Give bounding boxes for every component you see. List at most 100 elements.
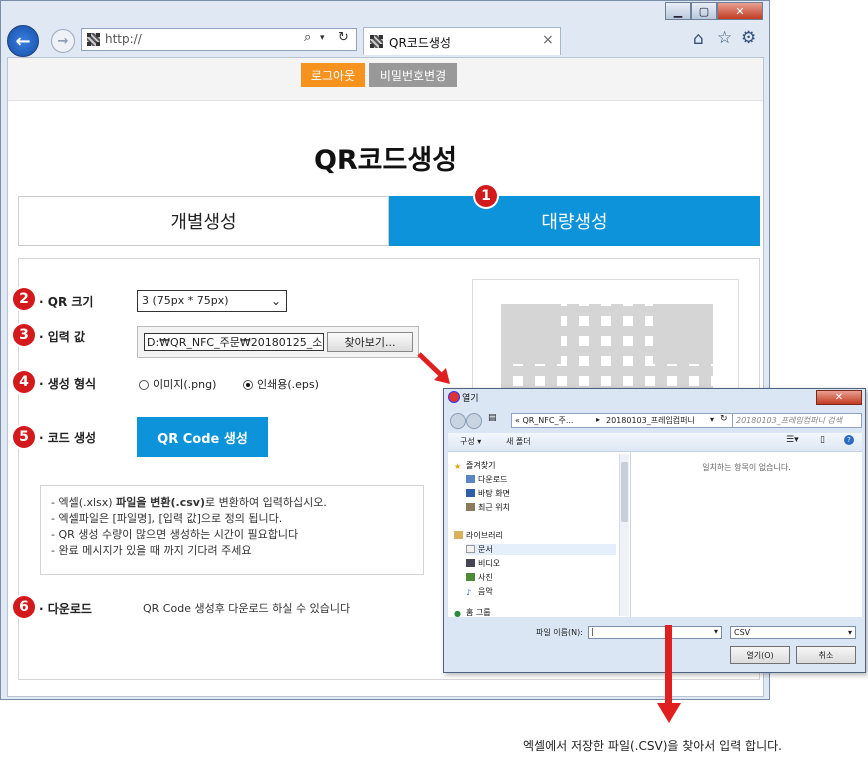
videos-icon — [466, 559, 475, 567]
address-bar[interactable]: http:// ⌕ ▾ ↻ — [81, 28, 357, 51]
tree-desktop-label: 바탕 화면 — [478, 489, 510, 498]
tab-close-icon[interactable]: × — [542, 32, 554, 48]
step-badge-2: 2 — [13, 288, 35, 310]
tab-title: QR코드생성 — [389, 36, 451, 50]
chevron-down-icon: ▾ — [847, 628, 852, 637]
dialog-cancel-button[interactable]: 취소 — [796, 646, 856, 664]
note-line-1-post: 로 변환하여 입력하십시오. — [205, 496, 327, 509]
dialog-folder-icon: ▤ — [488, 413, 497, 423]
format-label: · 생성 형식 — [39, 377, 97, 391]
back-arrow-icon[interactable]: ← — [7, 25, 39, 57]
format-label-text: 생성 형식 — [47, 377, 97, 391]
radio-eps-label: 인쇄용(.eps) — [257, 378, 319, 391]
maximize-button[interactable]: ▢ — [691, 2, 717, 20]
tree-music[interactable]: ♪ 음악 — [466, 586, 493, 597]
step-badge-6: 6 — [13, 596, 35, 618]
radio-eps[interactable] — [243, 380, 253, 390]
tab-bulk[interactable]: 대량생성 — [389, 196, 760, 246]
browser-tab[interactable]: QR코드생성 × — [363, 27, 561, 55]
tree-music-label: 음악 — [478, 587, 493, 596]
tree-downloads-label: 다운로드 — [478, 475, 508, 484]
forward-arrow-icon[interactable]: → — [51, 29, 75, 53]
logout-button[interactable]: 로그아웃 — [301, 63, 365, 87]
gear-icon[interactable]: ⚙ — [741, 28, 756, 48]
dialog-address-bar[interactable]: « QR_NFC_주... ▸ 20180103_프레임컴퍼니 ▾ ↻ — [511, 413, 733, 428]
qr-size-select[interactable]: 3 (75px * 75px) ⌄ — [137, 290, 287, 312]
close-button[interactable]: ✕ — [717, 2, 763, 20]
dialog-search-placeholder: 20180103_프레임컴퍼니 검색 — [736, 416, 843, 425]
tree-desktop[interactable]: 바탕 화면 — [466, 488, 510, 499]
tree-recent[interactable]: 최근 위치 — [466, 502, 510, 513]
address-text: http:// — [105, 32, 142, 46]
ie-icon — [448, 391, 460, 403]
view-options-icon[interactable]: ☰▾ — [786, 435, 799, 445]
tree-documents-label: 문서 — [478, 545, 493, 554]
star-icon[interactable]: ☆ — [717, 28, 732, 48]
tree-downloads[interactable]: 다운로드 — [466, 474, 507, 485]
tree-homegroup[interactable]: ● 홈 그룹 — [454, 607, 491, 618]
refresh-icon[interactable]: ↻ — [720, 414, 728, 424]
filename-label: 파일 이름(N): — [536, 628, 583, 637]
caption-text: 엑셀에서 저장한 파일(.CSV)을 찾아서 입력 합니다. — [523, 739, 782, 753]
note-line-3: - QR 생성 수량이 많으면 생성하는 시간이 필요합니다 — [51, 528, 299, 541]
dialog-forward-icon[interactable] — [466, 413, 482, 429]
tree-libraries[interactable]: 라이브러리 — [454, 530, 503, 541]
chevron-down-icon[interactable]: ▾ — [714, 627, 718, 636]
help-icon[interactable]: ? — [844, 435, 854, 445]
dialog-back-icon[interactable] — [450, 413, 466, 429]
tree-favorites[interactable]: ★ 즐겨찾기 — [454, 460, 495, 471]
change-password-button[interactable]: 비밀번호변경 — [369, 63, 457, 87]
dialog-search-input[interactable]: 20180103_프레임컴퍼니 검색 — [732, 413, 862, 428]
tree-pictures[interactable]: 사진 — [466, 572, 493, 583]
dialog-file-list: 일치하는 항목이 없습니다. — [631, 452, 862, 617]
generate-label: · 코드 생성 — [39, 431, 97, 445]
note-line-1-pre: - 엑셀(.xlsx) — [51, 496, 117, 509]
qr-size-value: 3 (75px * 75px) — [142, 294, 229, 307]
tree-scrollbar[interactable] — [619, 454, 629, 616]
home-icon[interactable]: ⌂ — [693, 29, 704, 49]
refresh-icon[interactable]: ↻ — [338, 30, 349, 45]
arrow-to-dialog-icon — [417, 352, 450, 384]
tree-recent-label: 최근 위치 — [478, 503, 510, 512]
notes-box: - 엑셀(.xlsx) 파일을 변환(.csv)로 변환하여 입력하십시오. -… — [40, 485, 424, 575]
radio-png-label: 이미지(.png) — [153, 378, 217, 391]
path-segment-1[interactable]: « QR_NFC_주... — [515, 415, 573, 426]
preview-pane-icon[interactable]: ▯ — [820, 435, 825, 445]
download-label-text: 다운로드 — [47, 602, 92, 616]
tree-videos[interactable]: 비디오 — [466, 558, 500, 569]
download-label: · 다운로드 — [39, 602, 92, 616]
pictures-icon — [466, 573, 475, 581]
file-input: D:₩QR_NFC_주문₩20180125_소 찾아보기... — [137, 326, 419, 358]
tree-documents[interactable]: 문서 — [466, 544, 616, 555]
dialog-close-button[interactable]: ✕ — [816, 390, 862, 405]
download-folder-icon — [466, 475, 475, 483]
generate-qr-button[interactable]: QR Code 생성 — [137, 417, 268, 457]
scrollbar-thumb[interactable] — [621, 462, 628, 522]
note-line-1-bold: 파일을 변환(.csv) — [116, 496, 205, 509]
dialog-open-button[interactable]: 열기(O) — [730, 646, 790, 664]
search-icon[interactable]: ⌕ — [304, 30, 311, 45]
radio-png[interactable] — [139, 380, 149, 390]
step-badge-1: 1 — [475, 185, 497, 207]
music-icon: ♪ — [466, 588, 472, 597]
star-icon: ★ — [454, 462, 462, 471]
chevron-down-icon[interactable]: ▾ — [320, 33, 325, 43]
chevron-down-icon[interactable]: ▾ — [710, 415, 714, 424]
empty-message: 일치하는 항목이 없습니다. — [702, 463, 791, 472]
file-path-field[interactable]: D:₩QR_NFC_주문₩20180125_소 — [144, 333, 324, 351]
note-line-2: - 엑셀파일은 [파일명], [입력 값]으로 정의 됩니다. — [51, 512, 283, 525]
library-icon — [454, 531, 463, 539]
filetype-select[interactable]: CSV ▾ — [730, 626, 856, 639]
tab-individual[interactable]: 개별생성 — [18, 196, 389, 246]
browse-button[interactable]: 찾아보기... — [327, 332, 413, 352]
chevron-down-icon: ⌄ — [270, 294, 281, 308]
new-folder-button[interactable]: 새 폴더 — [506, 436, 531, 447]
filetype-value: CSV — [734, 628, 751, 637]
path-segment-2[interactable]: 20180103_프레임컴퍼니 — [606, 415, 695, 426]
dialog-toolbar: 구성 ▾ 새 폴더 ☰▾ ▯ ? — [448, 433, 862, 452]
organize-button[interactable]: 구성 ▾ — [460, 436, 481, 447]
step-badge-3: 3 — [13, 324, 35, 346]
minimize-button[interactable]: ▁ — [665, 2, 691, 20]
path-separator-icon: ▸ — [596, 415, 601, 424]
qr-size-label-text: QR 크기 — [47, 295, 94, 309]
